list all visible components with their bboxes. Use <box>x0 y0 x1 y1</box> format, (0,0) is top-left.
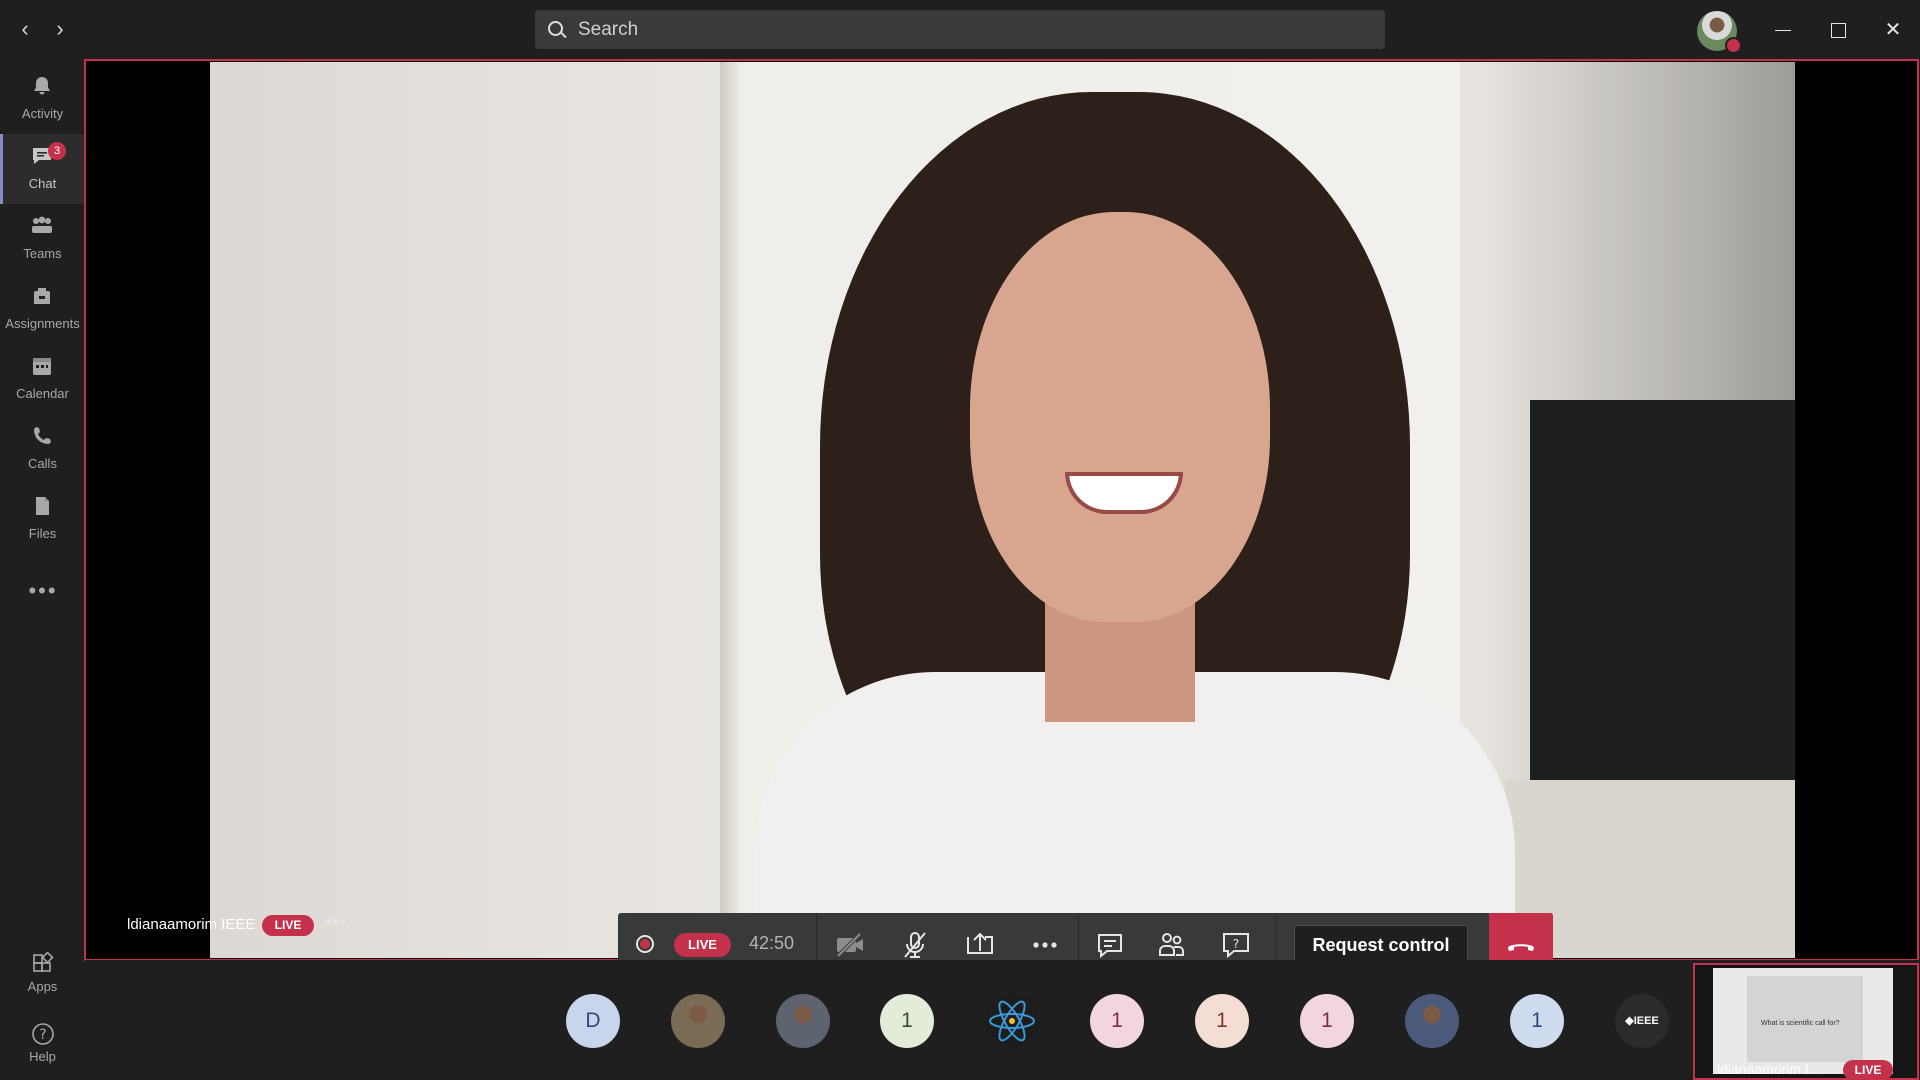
slide-text: What is scientific call for? <box>1761 1020 1840 1027</box>
rail-item-activity[interactable]: Activity <box>0 64 85 134</box>
camera-off-button[interactable] <box>832 927 868 963</box>
rail-item-chat[interactable]: 3 Chat <box>0 134 85 204</box>
rail-item-apps[interactable]: Apps <box>0 951 85 994</box>
live-badge: LIVE <box>262 915 314 936</box>
chat-button[interactable] <box>1092 927 1128 963</box>
participants-button[interactable] <box>1154 927 1190 963</box>
forward-arrow-icon[interactable]: › <box>47 16 73 42</box>
back-arrow-icon[interactable]: ‹ <box>12 16 38 42</box>
presenter-more-button[interactable]: ••• <box>325 911 347 932</box>
more-options-button[interactable] <box>1027 927 1063 963</box>
backpack-icon <box>34 288 50 304</box>
apps-icon <box>32 951 54 972</box>
rail-label: Help <box>29 1049 56 1064</box>
mic-off-button[interactable] <box>897 927 933 963</box>
rail-item-assignments[interactable]: Assignments <box>0 274 85 344</box>
live-badge: LIVE <box>1843 1060 1893 1080</box>
rail-item-files[interactable]: Files <box>0 484 85 554</box>
svg-text:?: ? <box>39 1027 46 1043</box>
participant-avatar[interactable]: 1 <box>880 994 934 1048</box>
raise-hand-button[interactable]: ? <box>1218 927 1254 963</box>
unread-badge: 3 <box>48 142 66 160</box>
rail-label: Activity <box>21 106 64 121</box>
rail-label: Teams <box>23 246 62 261</box>
rail-label: Chat <box>28 176 57 191</box>
screen-share-thumbnail[interactable]: What is scientific call for? ldianaamori… <box>1693 963 1919 1080</box>
participants-strip: D 1 1 1 1 1 ◆IEEE What is scientific cal… <box>85 960 1920 1080</box>
meeting-stage: ldianaamorim IEEE LIVE ••• LIVE 42:50 ? … <box>84 59 1919 977</box>
search-input[interactable] <box>576 17 1360 42</box>
participant-avatar[interactable] <box>671 994 725 1048</box>
participant-avatar[interactable]: 1 <box>1510 994 1564 1048</box>
thumbnail-name: ldianaamorim I... <box>1717 1061 1821 1077</box>
teams-icon <box>32 216 52 233</box>
meeting-timer: 42:50 <box>749 933 795 953</box>
help-icon: ? <box>31 1023 54 1045</box>
recording-icon <box>636 935 654 953</box>
more-apps-button[interactable]: ••• <box>28 578 58 603</box>
search-icon <box>546 19 568 41</box>
shared-screen-preview: What is scientific call for? <box>1713 968 1893 1074</box>
video-background <box>1530 400 1795 780</box>
slide-preview <box>1747 976 1863 1062</box>
close-button[interactable]: ✕ <box>1873 12 1913 48</box>
share-screen-button[interactable] <box>962 927 998 963</box>
participant-avatar[interactable]: 1 <box>1195 994 1249 1048</box>
rail-label: Calendar <box>16 386 69 401</box>
request-control-button[interactable]: Request control <box>1294 925 1468 965</box>
presenter-video <box>210 62 1795 958</box>
participant-avatar[interactable]: 1 <box>1090 994 1144 1048</box>
rail-item-teams[interactable]: Teams <box>0 204 85 274</box>
rail-item-calls[interactable]: Calls <box>0 414 85 484</box>
maximize-button[interactable] <box>1818 12 1858 48</box>
live-badge: LIVE <box>674 933 731 957</box>
title-bar: ‹ › ✕ <box>0 0 1920 60</box>
file-icon <box>36 497 49 515</box>
phone-icon <box>34 427 51 444</box>
participant-avatar[interactable] <box>776 994 830 1048</box>
participant-avatar[interactable] <box>985 994 1039 1048</box>
rail-label: Apps <box>27 979 58 994</box>
calendar-icon <box>33 358 51 375</box>
video-subject <box>970 212 1270 622</box>
participant-avatar[interactable]: 1 <box>1300 994 1354 1048</box>
app-rail: Activity 3 Chat Teams Assignments Calend… <box>0 60 85 1080</box>
bell-icon <box>34 77 50 95</box>
presence-status-icon <box>1725 37 1742 54</box>
participant-avatar[interactable]: ◆IEEE <box>1615 994 1669 1048</box>
participant-avatar[interactable]: D <box>566 994 620 1048</box>
presenter-name: ldianaamorim IEEE <box>127 916 256 933</box>
minimize-button[interactable] <box>1763 12 1803 48</box>
search-bar[interactable] <box>535 10 1385 49</box>
rail-label: Calls <box>28 456 57 471</box>
rail-item-help[interactable]: ? Help <box>0 1022 85 1064</box>
participant-avatar[interactable] <box>1405 994 1459 1048</box>
atom-logo-icon <box>989 1000 1035 1042</box>
svg-text:?: ? <box>1233 937 1239 951</box>
rail-label: Files <box>28 526 57 541</box>
rail-label: Assignments <box>5 316 80 331</box>
rail-item-calendar[interactable]: Calendar <box>0 344 85 414</box>
